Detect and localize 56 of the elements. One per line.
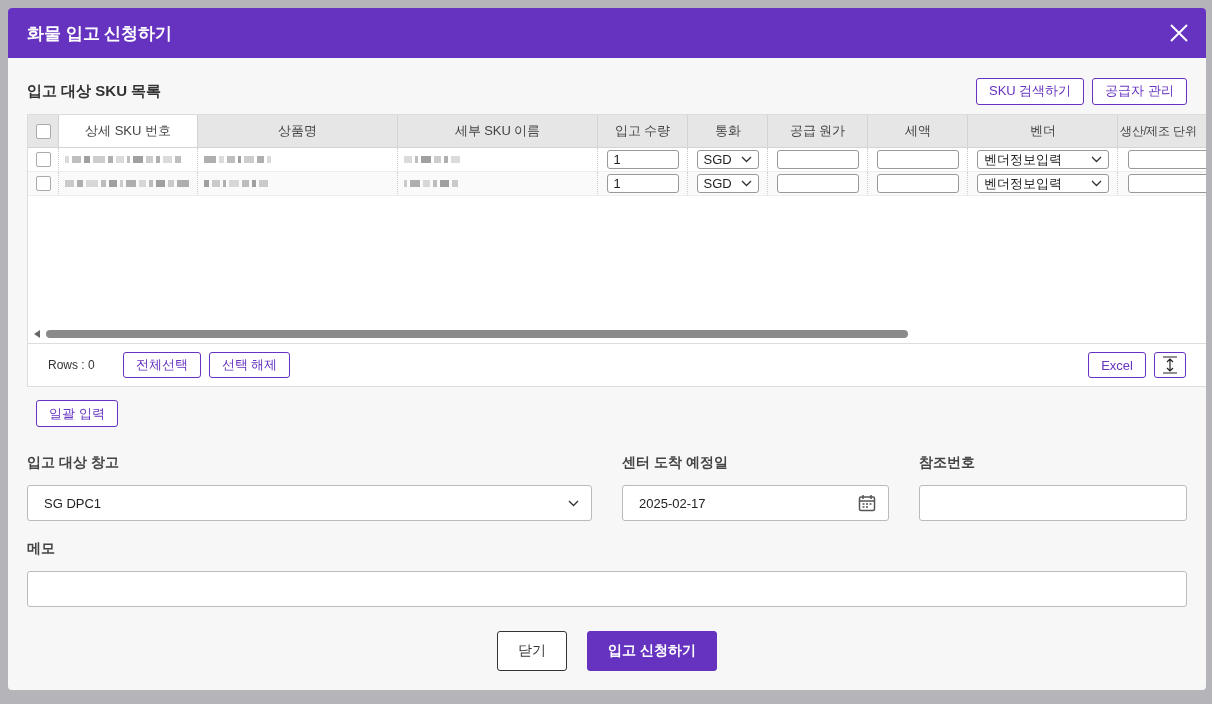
redacted-text — [404, 156, 460, 163]
redacted-text — [404, 180, 458, 187]
currency-select[interactable]: SGD — [696, 150, 759, 169]
field-label: 메모 — [27, 539, 56, 558]
redacted-text — [204, 180, 268, 187]
column-header[interactable]: 입고 수량 — [598, 115, 688, 148]
cost-field[interactable] — [776, 150, 859, 169]
redacted-text — [204, 156, 271, 163]
bulk-input-button[interactable]: 일괄 입력 — [36, 400, 118, 427]
checkbox[interactable] — [35, 123, 51, 139]
vertical-resize-icon — [1161, 356, 1179, 374]
field-label: 입고 대상 창고 — [27, 453, 120, 472]
reference-field[interactable] — [919, 485, 1187, 521]
chevron-down-icon — [568, 499, 579, 507]
unit-field[interactable] — [1128, 150, 1206, 169]
checkbox[interactable] — [35, 176, 51, 191]
column-header[interactable]: 세부 SKU 이름 — [398, 115, 598, 148]
deselect-button[interactable]: 선택 해제 — [208, 352, 291, 378]
quantity-field[interactable]: 1 — [606, 150, 679, 169]
rows-count: Rows : 0 — [48, 358, 95, 372]
chevron-down-icon — [1090, 180, 1102, 187]
column-header[interactable]: 생산/제조 단위 — [1118, 115, 1206, 148]
column-header[interactable]: 통화 — [688, 115, 768, 148]
submit-button[interactable]: 입고 신청하기 — [587, 631, 717, 671]
sku-search-button[interactable]: SKU 검색하기 — [976, 77, 1085, 105]
column-header[interactable]: 벤더 — [968, 115, 1118, 148]
cost-field[interactable] — [776, 174, 859, 193]
vendor-select[interactable]: 벤더정보입력 — [976, 150, 1109, 169]
column-header[interactable]: 상품명 — [198, 115, 398, 148]
column-header[interactable]: 세액 — [868, 115, 968, 148]
select-all-button[interactable]: 전체선택 — [122, 352, 201, 378]
close-button[interactable]: 닫기 — [497, 631, 567, 671]
tax-field[interactable] — [876, 150, 959, 169]
field-label: 참조번호 — [919, 453, 976, 472]
tax-field[interactable] — [876, 174, 959, 193]
field-label: 센터 도착 예정일 — [622, 453, 729, 472]
chevron-down-icon — [740, 156, 752, 163]
close-icon[interactable] — [1168, 22, 1190, 44]
column-header[interactable]: 공급 원가 — [768, 115, 868, 148]
checkbox[interactable] — [35, 152, 51, 167]
warehouse-select[interactable]: SG DPC1 — [27, 485, 592, 521]
calendar-icon[interactable] — [858, 494, 876, 512]
scroll-left-icon[interactable] — [34, 330, 40, 338]
supplier-button[interactable]: 공급자 관리 — [1092, 77, 1187, 105]
column-header[interactable]: 상세 SKU 번호 — [59, 115, 198, 148]
dialog-title: 화물 입고 신청하기 — [27, 22, 173, 45]
resize-button[interactable] — [1154, 352, 1186, 378]
date-field[interactable]: 2025-02-17 — [622, 485, 889, 521]
chevron-down-icon — [740, 180, 752, 187]
vendor-select[interactable]: 벤더정보입력 — [976, 174, 1109, 193]
excel-button[interactable]: Excel — [1088, 352, 1146, 378]
unit-field[interactable] — [1128, 174, 1206, 193]
chevron-down-icon — [1090, 156, 1102, 163]
section-title: 입고 대상 SKU 목록 — [27, 81, 162, 101]
quantity-field[interactable]: 1 — [606, 174, 679, 193]
currency-select[interactable]: SGD — [696, 174, 759, 193]
